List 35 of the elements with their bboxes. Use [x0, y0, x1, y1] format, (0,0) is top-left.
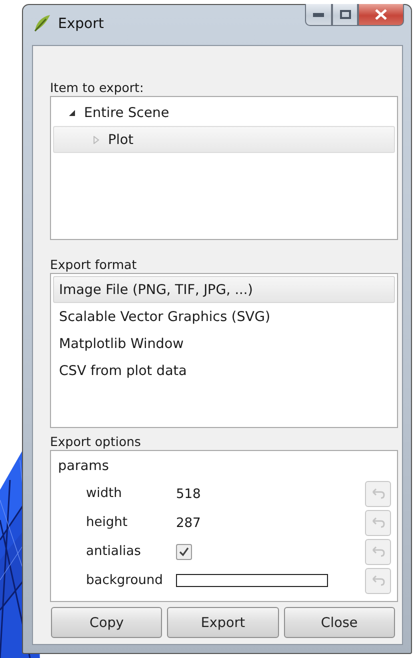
section-label: Export options [50, 434, 142, 450]
undo-arrow-icon [371, 574, 385, 586]
collapse-arrow-icon[interactable] [68, 108, 76, 116]
tree-item[interactable]: Entire Scene [53, 99, 395, 126]
color-swatch[interactable] [176, 574, 328, 587]
format-item[interactable]: CSV from plot data [53, 357, 395, 384]
format-item[interactable]: Matplotlib Window [53, 330, 395, 357]
minimize-button[interactable] [305, 4, 332, 26]
maximize-icon [340, 10, 350, 19]
group-label: params [58, 458, 109, 474]
format-item[interactable]: Image File (PNG, TIF, JPG, ...) [53, 276, 395, 303]
minimize-icon [313, 12, 324, 16]
leaf-icon [32, 13, 52, 33]
antialias-checkbox[interactable] [176, 544, 192, 560]
param-value[interactable]: 287 [176, 516, 201, 530]
undo-arrow-icon [371, 516, 385, 528]
undo-arrow-icon [371, 546, 385, 558]
param-name: background [85, 573, 164, 588]
maximize-button[interactable] [332, 4, 358, 26]
dialog-button[interactable]: Copy [51, 607, 162, 638]
section-label: Export format [50, 257, 138, 273]
param-name: width [85, 486, 123, 501]
undo-arrow-icon [371, 488, 385, 500]
section-label: Item to export: [50, 80, 145, 96]
tree-item[interactable]: Plot [53, 126, 395, 153]
param-value[interactable]: 518 [176, 486, 201, 502]
param-name: antialias [85, 544, 142, 559]
param-name: height [85, 515, 128, 530]
format-item[interactable]: Scalable Vector Graphics (SVG) [53, 303, 395, 330]
dialog-button[interactable]: Export [167, 607, 279, 638]
dialog-button[interactable]: Close [284, 607, 395, 638]
window-title: Export [58, 16, 104, 32]
close-button[interactable] [358, 4, 404, 26]
checkmark-icon [179, 546, 189, 556]
close-icon [375, 9, 387, 20]
